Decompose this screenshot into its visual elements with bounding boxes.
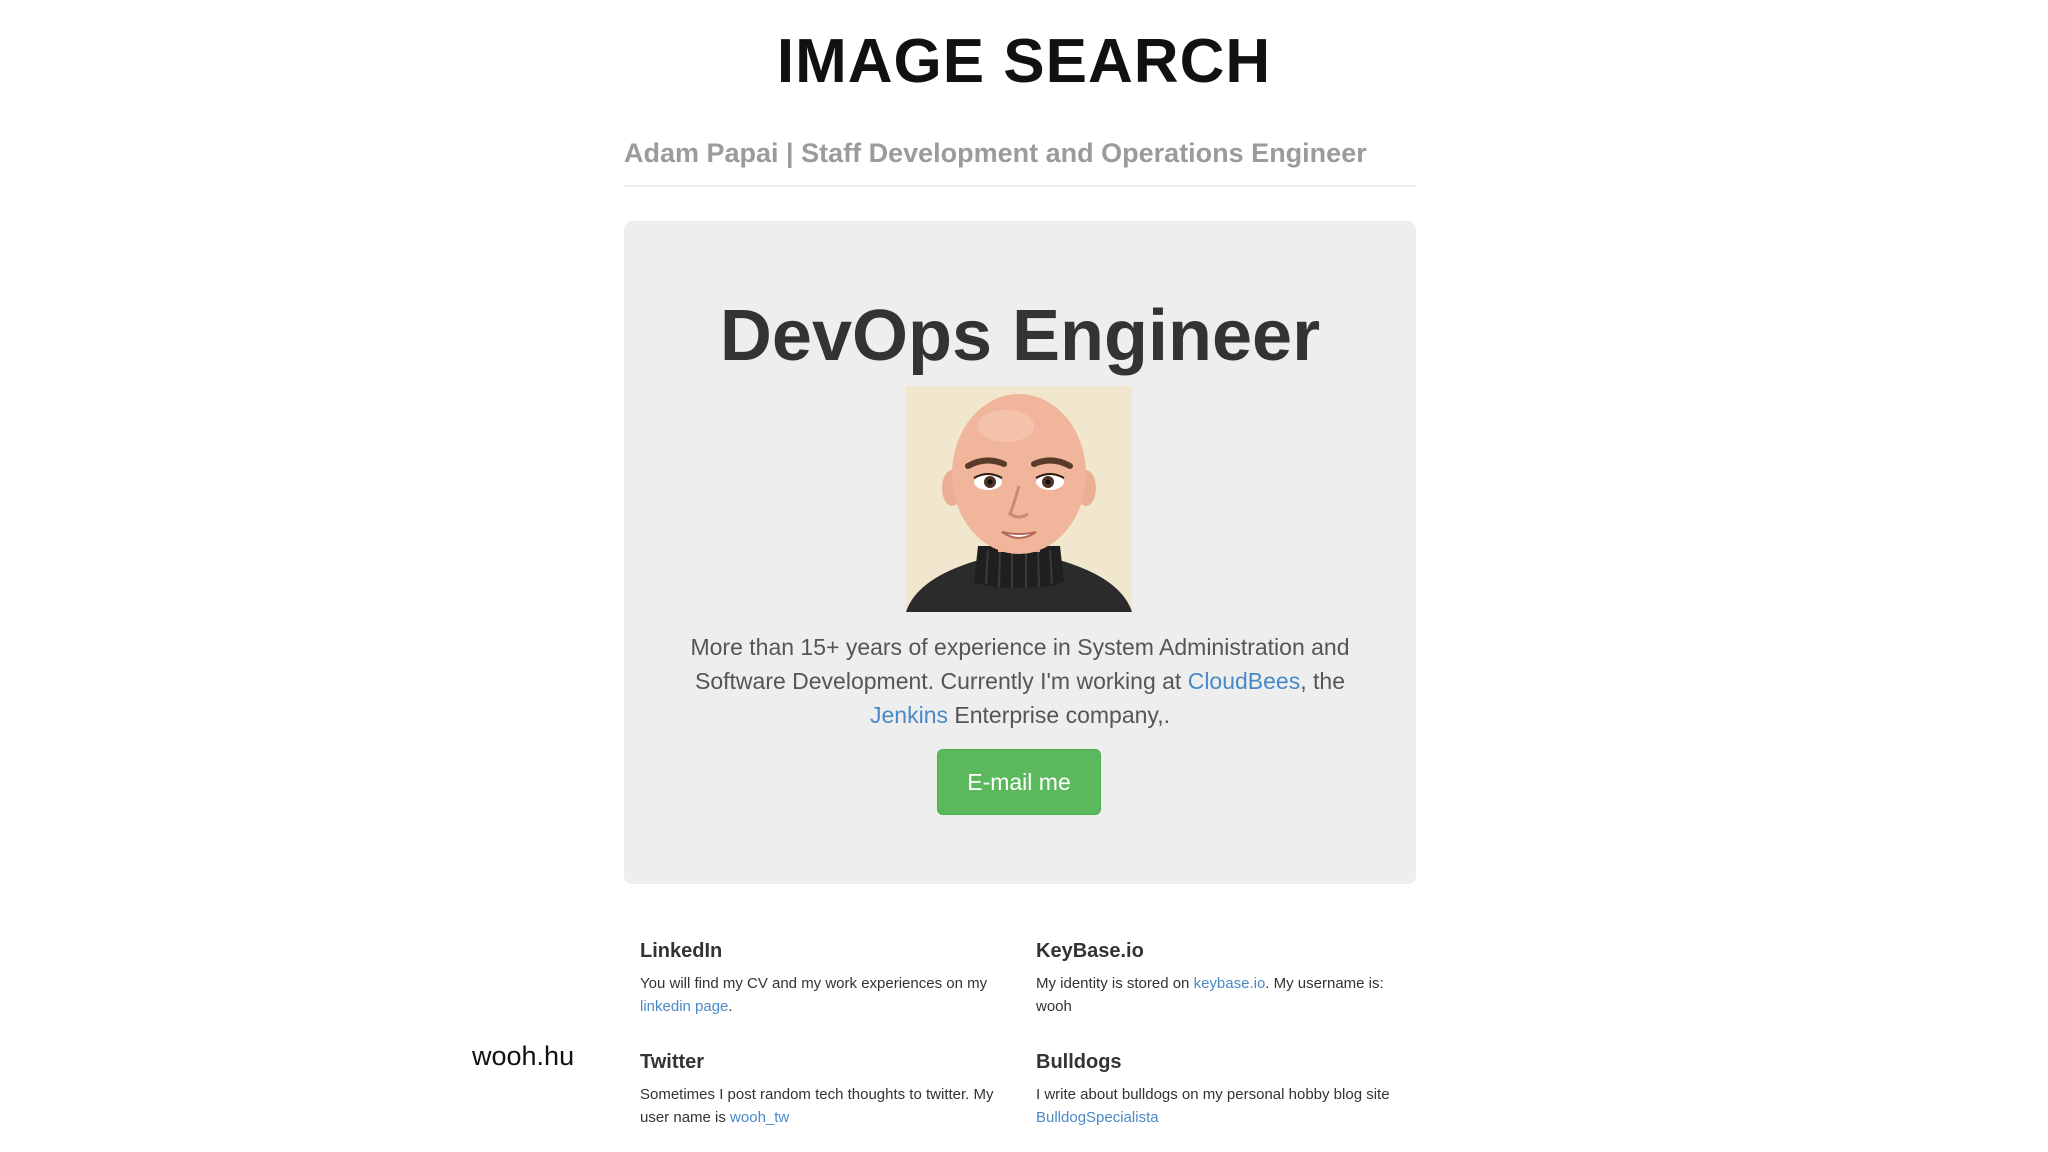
site-header-title[interactable]: Adam Papai | Staff Development and Opera…	[624, 128, 1416, 178]
bald-man-avatar-icon	[906, 394, 1132, 612]
email-me-button[interactable]: E-mail me	[937, 749, 1101, 815]
cloudbees-link[interactable]: CloudBees	[1188, 668, 1301, 694]
linkedin-card: LinkedIn You will find my CV and my work…	[640, 936, 1020, 1018]
bulldogs-card-text: I write about bulldogs on my personal ho…	[1036, 1083, 1416, 1129]
bulldogs-text: I write about bulldogs on my personal ho…	[1036, 1086, 1390, 1103]
twitter-card-text: Sometimes I post random tech thoughts to…	[640, 1083, 1020, 1129]
linkedin-card-title: LinkedIn	[640, 940, 723, 962]
twitter-card-title: Twitter	[640, 1051, 705, 1073]
linkedin-page-link[interactable]: linkedin page	[640, 998, 728, 1015]
twitter-card: Twitter Sometimes I post random tech tho…	[640, 1047, 1020, 1129]
twitter-text: Sometimes I post random tech thoughts to…	[640, 1086, 994, 1126]
keybase-link[interactable]: keybase.io	[1194, 975, 1266, 992]
keybase-card: KeyBase.io My identity is stored on keyb…	[1036, 936, 1416, 1018]
linkedin-text-end: .	[728, 998, 733, 1015]
jumbotron: DevOps Engineer More than 15+ years of e…	[624, 221, 1416, 884]
website-screenshot: Adam Papai | Staff Development and Opera…	[624, 118, 1416, 1152]
jumbotron-title: DevOps Engineer	[719, 296, 1321, 376]
intro-paragraph: More than 15+ years of experience in Sys…	[684, 630, 1356, 732]
linkedin-text: You will find my CV and my work experien…	[640, 975, 988, 992]
twitter-handle-link[interactable]: wooh_tw	[730, 1109, 789, 1126]
intro-text-2: , the	[1300, 668, 1345, 694]
bulldog-blog-link[interactable]: BulldogSpecialista	[1036, 1109, 1159, 1126]
intro-text-3: Enterprise company,.	[947, 702, 1170, 728]
jenkins-link[interactable]: Jenkins	[870, 702, 948, 728]
keybase-text: My identity is stored on	[1036, 975, 1194, 992]
keybase-card-title: KeyBase.io	[1036, 940, 1144, 962]
site-url-caption: wooh.hu	[472, 1041, 575, 1071]
bulldogs-card-title: Bulldogs	[1036, 1051, 1122, 1073]
bulldogs-card: Bulldogs I write about bulldogs on my pe…	[1036, 1047, 1416, 1129]
header-divider	[624, 185, 1416, 187]
linkedin-card-text: You will find my CV and my work experien…	[640, 972, 1020, 1018]
avatar	[906, 386, 1132, 612]
keybase-card-text: My identity is stored on keybase.io. My …	[1036, 972, 1416, 1018]
slide-title: IMAGE SEARCH	[776, 27, 1272, 96]
